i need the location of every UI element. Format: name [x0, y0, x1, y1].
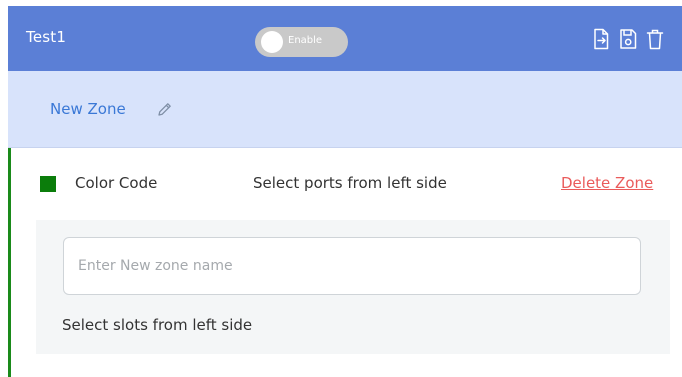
toggle-knob[interactable]: [261, 31, 283, 53]
export-icon[interactable]: [592, 28, 610, 50]
ports-hint: Select ports from left side: [253, 174, 447, 192]
zone-name: New Zone: [50, 100, 126, 118]
color-code-label: Color Code: [75, 174, 158, 192]
trash-icon[interactable]: [646, 28, 664, 50]
zone-form: Select slots from left side: [36, 220, 670, 354]
zone-header: Test1 Enable: [8, 6, 682, 71]
enable-toggle[interactable]: Enable: [255, 27, 348, 57]
zone-title: Test1: [26, 28, 67, 46]
save-icon[interactable]: [619, 28, 637, 50]
delete-zone-link[interactable]: Delete Zone: [561, 174, 653, 192]
zone-name-bar: New Zone: [8, 71, 682, 148]
zone-panel: Color Code Select ports from left side D…: [8, 148, 682, 377]
color-swatch[interactable]: [40, 176, 56, 192]
pencil-icon[interactable]: [156, 101, 173, 118]
header-actions: [592, 28, 664, 50]
toggle-label: Enable: [288, 35, 323, 46]
slots-hint: Select slots from left side: [62, 316, 253, 334]
zone-name-input[interactable]: [63, 237, 641, 295]
